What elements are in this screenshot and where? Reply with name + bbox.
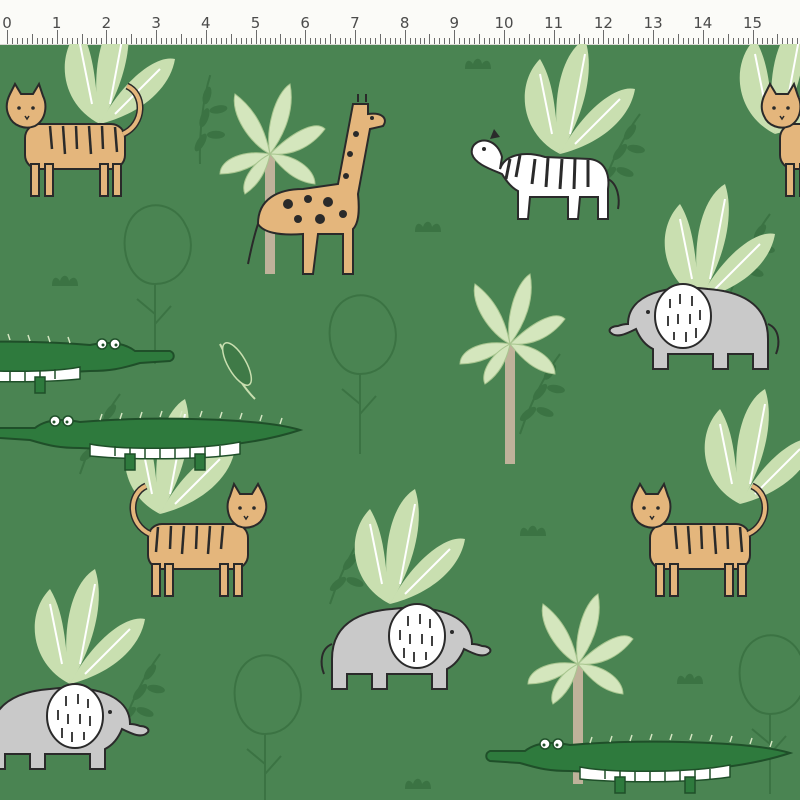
ruler-tick: [156, 30, 158, 44]
ruler-number: 2: [101, 14, 112, 32]
jungle-animal-fabric-pattern: [0, 44, 800, 800]
ruler-tick: [379, 34, 381, 44]
ruler-tick: [205, 30, 207, 44]
ruler-tick: [7, 30, 8, 44]
ruler-tick: [255, 30, 257, 44]
ruler-number: 10: [494, 14, 514, 32]
fabric-swatch-photo: 0 1 2 3 4 5 6 7 8 9 10 11 12 13 14 15: [0, 0, 800, 800]
ruler-tick: [504, 30, 505, 44]
ruler-tick: [230, 34, 232, 44]
ruler-tick: [31, 34, 33, 44]
ruler-number: 7: [350, 14, 360, 32]
ruler-tick: [603, 30, 605, 44]
ruler-tick: [628, 34, 630, 44]
ruler-tick: [752, 30, 754, 44]
ruler-tick: [727, 34, 729, 44]
ruler-number: 3: [151, 14, 161, 32]
ruler-number: 4: [201, 14, 211, 32]
ruler-number: 0: [2, 14, 12, 32]
ruler-number: 12: [593, 14, 613, 32]
ruler-tick: [528, 34, 530, 44]
ruler-tick: [677, 34, 679, 44]
ruler-tick: [330, 34, 332, 44]
measuring-ruler: 0 1 2 3 4 5 6 7 8 9 10 11 12 13 14 15: [0, 0, 800, 45]
ruler-tick: [180, 34, 182, 44]
ruler-number: 5: [250, 14, 261, 32]
ruler-number: 9: [449, 14, 460, 32]
ruler-tick: [479, 34, 481, 44]
ruler-tick: [553, 30, 555, 44]
ruler-number: 15: [742, 14, 763, 32]
ruler-number: 8: [399, 14, 410, 32]
ruler-number: 11: [544, 14, 564, 32]
ruler-tick: [653, 30, 655, 44]
ruler-tick: [429, 34, 431, 44]
ruler-tick: [354, 30, 356, 44]
ruler-tick: [578, 34, 580, 44]
ruler-number: 13: [643, 14, 663, 32]
ruler-tick: [404, 30, 406, 44]
ruler-tick: [702, 30, 704, 44]
ruler-number: 1: [51, 14, 62, 32]
ruler-tick: [131, 34, 133, 44]
ruler-tick: [305, 30, 307, 44]
ruler-number: 14: [693, 14, 713, 32]
ruler-tick: [777, 34, 779, 44]
ruler-tick: [106, 30, 108, 44]
ruler-tick: [454, 30, 456, 44]
ruler-tick: [56, 30, 58, 44]
ruler-tick: [81, 34, 83, 44]
ruler-tick: [280, 34, 282, 44]
leaf-plant-icon: [33, 44, 800, 685]
ruler-number: 6: [300, 14, 310, 32]
